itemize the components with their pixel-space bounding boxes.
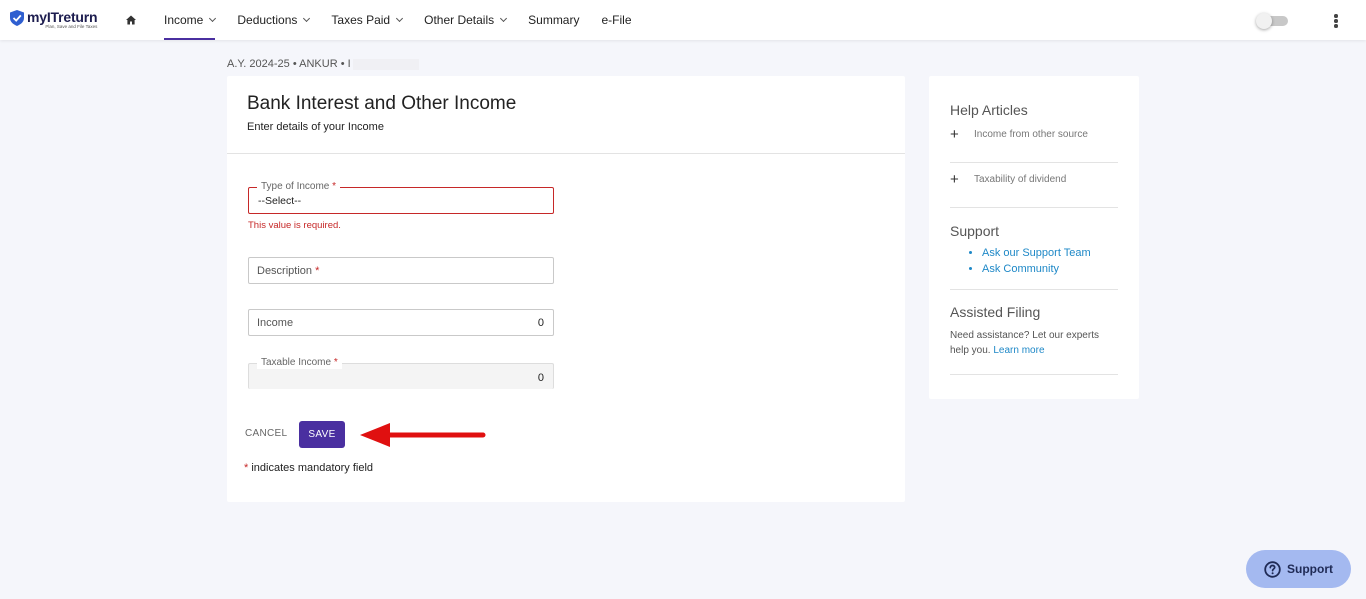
shield-check-icon	[10, 10, 24, 26]
chevron-down-icon	[209, 14, 217, 23]
logo-name: myITreturn	[27, 9, 98, 25]
support-button-label: Support	[1287, 562, 1333, 576]
support-chat-button[interactable]: Support	[1246, 550, 1351, 588]
nav-summary[interactable]: Summary	[528, 0, 579, 40]
chevron-down-icon	[500, 14, 508, 23]
assisted-filing-text: Need assistance? Let our experts help yo…	[950, 330, 1099, 356]
help-sidebar: Help Articles + Income from other source…	[929, 76, 1139, 399]
description-placeholder: Description *	[257, 265, 320, 277]
income-input[interactable]: Income 0	[248, 309, 554, 336]
breadcrumb-text: A.Y. 2024-25 • ANKUR • I	[227, 58, 351, 70]
nav-summary-label: Summary	[528, 13, 580, 27]
theme-toggle[interactable]	[1256, 13, 1288, 29]
taxable-income-label: Taxable Income *	[257, 357, 342, 369]
nav-other-details-label: Other Details	[424, 13, 495, 27]
nav-deductions[interactable]: Deductions	[237, 0, 311, 40]
top-navbar: myITreturn Plan, Save and File Taxes Inc…	[0, 0, 1366, 40]
nav-taxes-paid-label: Taxes Paid	[331, 13, 391, 27]
nav-deductions-label: Deductions	[237, 13, 298, 27]
help-article-label: Taxability of dividend	[974, 174, 1067, 185]
type-of-income-value: --Select--	[258, 195, 302, 207]
page-title: Bank Interest and Other Income	[247, 93, 517, 114]
help-article-item[interactable]: + Taxability of dividend	[950, 163, 1118, 208]
nav-other-details[interactable]: Other Details	[424, 0, 508, 40]
taxable-income-value: 0	[537, 372, 544, 384]
divider	[950, 289, 1118, 290]
plus-icon: +	[950, 126, 959, 143]
income-placeholder: Income	[257, 317, 294, 329]
type-of-income-label: Type of Income *	[257, 181, 341, 193]
card-header: Bank Interest and Other Income Enter det…	[227, 76, 905, 154]
taxable-income-input: Taxable Income * 0	[248, 357, 554, 389]
chevron-down-icon	[303, 14, 311, 23]
help-article-label: Income from other source	[974, 129, 1088, 140]
income-form-card: Bank Interest and Other Income Enter det…	[227, 76, 905, 502]
nav-income-label: Income	[164, 13, 204, 27]
learn-more-link[interactable]: Learn more	[993, 345, 1044, 356]
assessment-breadcrumb: A.Y. 2024-25 • ANKUR • I	[227, 58, 419, 70]
nav-efile[interactable]: e-File	[601, 0, 631, 40]
income-value: 0	[537, 317, 544, 329]
support-link-team[interactable]: Ask our Support Team	[982, 245, 1118, 261]
type-of-income-error: This value is required.	[248, 220, 341, 231]
nav-taxes-paid[interactable]: Taxes Paid	[331, 0, 404, 40]
chevron-down-icon	[396, 14, 404, 23]
assisted-filing-heading: Assisted Filing	[950, 304, 1041, 320]
support-heading: Support	[950, 223, 1000, 239]
toggle-knob	[1256, 13, 1272, 29]
type-of-income-select[interactable]: Type of Income * --Select--	[248, 181, 554, 214]
logo-tagline: Plan, Save and File Taxes	[45, 24, 98, 29]
page-subtitle: Enter details of your Income	[247, 121, 384, 133]
plus-icon: +	[950, 171, 959, 188]
nav-income[interactable]: Income	[164, 0, 217, 40]
help-circle-icon	[1264, 560, 1281, 578]
divider	[950, 374, 1118, 375]
home-icon[interactable]	[126, 15, 136, 25]
nav-efile-label: e-File	[601, 13, 632, 27]
more-options-icon[interactable]	[1333, 14, 1339, 28]
logo[interactable]: myITreturn Plan, Save and File Taxes	[10, 9, 98, 30]
annotation-arrow-icon	[360, 423, 486, 447]
description-input[interactable]: Description *	[248, 257, 554, 284]
support-links: Ask our Support Team Ask Community	[982, 245, 1118, 277]
cancel-button[interactable]: CANCEL	[245, 428, 287, 439]
support-link-community[interactable]: Ask Community	[982, 261, 1118, 277]
help-articles-heading: Help Articles	[950, 102, 1028, 118]
main-nav: Income Deductions Taxes Paid Other Detai…	[164, 0, 654, 40]
mandatory-note: * indicates mandatory field	[244, 462, 374, 474]
help-article-item[interactable]: + Income from other source	[950, 118, 1118, 163]
save-button[interactable]: SAVE	[299, 421, 345, 448]
redacted-block	[352, 58, 419, 70]
